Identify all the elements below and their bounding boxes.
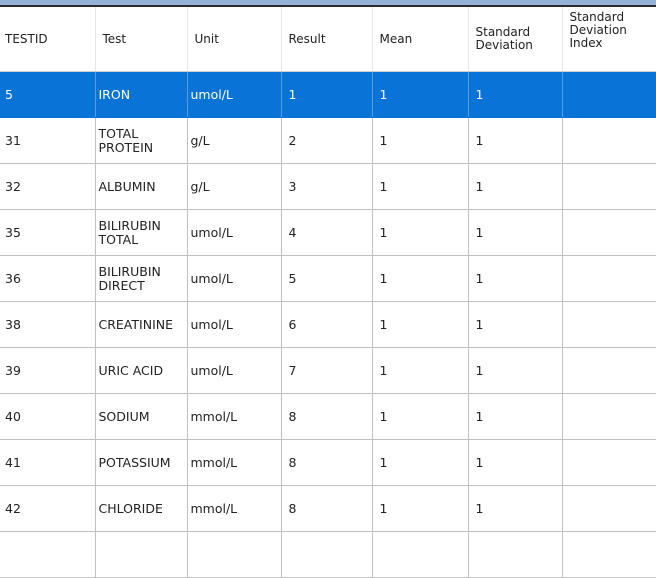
- header-row: TESTID Test Unit Result Mean Standard De…: [0, 7, 656, 72]
- testid-cell[interactable]: 42: [0, 485, 96, 532]
- result-cell[interactable]: 8: [281, 439, 373, 486]
- mean-cell[interactable]: 1: [372, 347, 469, 394]
- standard-deviation-cell[interactable]: 1: [468, 439, 563, 486]
- table-row[interactable]: 41 POTASSIUM mmol/L 8 1 1: [0, 439, 656, 486]
- standard-deviation-index-cell[interactable]: [562, 117, 656, 164]
- standard-deviation-cell[interactable]: 1: [468, 71, 563, 118]
- result-cell[interactable]: 2: [281, 117, 373, 164]
- testid-cell[interactable]: 41: [0, 439, 96, 486]
- standard-deviation-index-cell[interactable]: [562, 255, 656, 302]
- test-name-cell[interactable]: BILIRUBIN DIRECT: [95, 255, 188, 302]
- mean-cell[interactable]: 1: [372, 209, 469, 256]
- test-name-cell[interactable]: IRON: [95, 71, 188, 118]
- standard-deviation-index-cell[interactable]: [562, 71, 656, 118]
- table-row[interactable]: 39 URIC ACID umol/L 7 1 1: [0, 347, 656, 394]
- mean-cell[interactable]: 1: [372, 117, 469, 164]
- result-cell[interactable]: 5: [281, 255, 373, 302]
- mean-cell[interactable]: [372, 531, 469, 578]
- testid-cell[interactable]: 35: [0, 209, 96, 256]
- result-cell[interactable]: 8: [281, 393, 373, 440]
- standard-deviation-cell[interactable]: 1: [468, 209, 563, 256]
- testid-cell[interactable]: 38: [0, 301, 96, 348]
- table-row[interactable]: 32 ALBUMIN g/L 3 1 1: [0, 163, 656, 210]
- standard-deviation-index-cell[interactable]: [562, 209, 656, 256]
- standard-deviation-index-cell[interactable]: [562, 393, 656, 440]
- column-header-unit[interactable]: Unit: [187, 7, 282, 72]
- testid-cell[interactable]: 40: [0, 393, 96, 440]
- mean-cell[interactable]: 1: [372, 485, 469, 532]
- standard-deviation-index-cell[interactable]: [562, 439, 656, 486]
- unit-cell[interactable]: umol/L: [187, 71, 282, 118]
- mean-cell[interactable]: 1: [372, 71, 469, 118]
- unit-cell[interactable]: umol/L: [187, 255, 282, 302]
- result-cell[interactable]: 8: [281, 485, 373, 532]
- column-header-standard-deviation[interactable]: Standard Deviation: [468, 7, 563, 72]
- results-table: TESTID Test Unit Result Mean Standard De…: [0, 7, 656, 578]
- standard-deviation-index-cell[interactable]: [562, 485, 656, 532]
- column-header-mean[interactable]: Mean: [372, 7, 469, 72]
- mean-cell[interactable]: 1: [372, 255, 469, 302]
- column-header-standard-deviation-index[interactable]: Standard Deviation Index: [562, 7, 656, 72]
- mean-cell[interactable]: 1: [372, 439, 469, 486]
- result-cell[interactable]: 4: [281, 209, 373, 256]
- result-cell[interactable]: 7: [281, 347, 373, 394]
- standard-deviation-cell[interactable]: 1: [468, 347, 563, 394]
- unit-cell[interactable]: mmol/L: [187, 439, 282, 486]
- testid-cell[interactable]: [0, 531, 96, 578]
- test-name-cell[interactable]: SODIUM: [95, 393, 188, 440]
- table-row[interactable]: 36 BILIRUBIN DIRECT umol/L 5 1 1: [0, 255, 656, 302]
- unit-cell[interactable]: mmol/L: [187, 485, 282, 532]
- test-name-cell[interactable]: POTASSIUM: [95, 439, 188, 486]
- standard-deviation-index-cell[interactable]: [562, 347, 656, 394]
- result-cell[interactable]: [281, 531, 373, 578]
- standard-deviation-cell[interactable]: [468, 531, 563, 578]
- testid-cell[interactable]: 5: [0, 71, 96, 118]
- unit-cell[interactable]: g/L: [187, 163, 282, 210]
- table-row[interactable]: 38 CREATININE umol/L 6 1 1: [0, 301, 656, 348]
- unit-cell[interactable]: umol/L: [187, 301, 282, 348]
- testid-cell[interactable]: 39: [0, 347, 96, 394]
- column-header-result[interactable]: Result: [281, 7, 373, 72]
- test-name-cell[interactable]: URIC ACID: [95, 347, 188, 394]
- mean-cell[interactable]: 1: [372, 301, 469, 348]
- testid-cell[interactable]: 36: [0, 255, 96, 302]
- test-name-cell[interactable]: CHLORIDE: [95, 485, 188, 532]
- standard-deviation-index-cell[interactable]: [562, 163, 656, 210]
- result-cell[interactable]: 3: [281, 163, 373, 210]
- grid-body: 5 IRON umol/L 1 1 1 31 TOTAL PROTEIN g/L 2 1 1 32 ALB…: [0, 71, 656, 578]
- unit-cell[interactable]: [187, 531, 282, 578]
- column-header-test[interactable]: Test: [95, 7, 188, 72]
- mean-cell[interactable]: 1: [372, 163, 469, 210]
- test-name-cell[interactable]: [95, 531, 188, 578]
- standard-deviation-cell[interactable]: 1: [468, 301, 563, 348]
- result-cell[interactable]: 1: [281, 71, 373, 118]
- table-row[interactable]: 40 SODIUM mmol/L 8 1 1: [0, 393, 656, 440]
- table-row[interactable]: 31 TOTAL PROTEIN g/L 2 1 1: [0, 117, 656, 164]
- table-row[interactable]: [0, 531, 656, 578]
- standard-deviation-cell[interactable]: 1: [468, 117, 563, 164]
- table-row[interactable]: 35 BILIRUBIN TOTAL umol/L 4 1 1: [0, 209, 656, 256]
- mean-cell[interactable]: 1: [372, 393, 469, 440]
- testid-cell[interactable]: 32: [0, 163, 96, 210]
- test-name-cell[interactable]: BILIRUBIN TOTAL: [95, 209, 188, 256]
- unit-cell[interactable]: umol/L: [187, 209, 282, 256]
- test-name-cell[interactable]: ALBUMIN: [95, 163, 188, 210]
- column-header-testid[interactable]: TESTID: [0, 7, 96, 72]
- table-row[interactable]: 42 CHLORIDE mmol/L 8 1 1: [0, 485, 656, 532]
- unit-cell[interactable]: mmol/L: [187, 393, 282, 440]
- standard-deviation-cell[interactable]: 1: [468, 163, 563, 210]
- result-cell[interactable]: 6: [281, 301, 373, 348]
- unit-cell[interactable]: g/L: [187, 117, 282, 164]
- standard-deviation-index-cell[interactable]: [562, 301, 656, 348]
- standard-deviation-cell[interactable]: 1: [468, 393, 563, 440]
- test-name-cell[interactable]: CREATININE: [95, 301, 188, 348]
- standard-deviation-cell[interactable]: 1: [468, 255, 563, 302]
- standard-deviation-cell[interactable]: 1: [468, 485, 563, 532]
- standard-deviation-index-cell[interactable]: [562, 531, 656, 578]
- unit-cell[interactable]: umol/L: [187, 347, 282, 394]
- table-row[interactable]: 5 IRON umol/L 1 1 1: [0, 71, 656, 118]
- results-grid: TESTID Test Unit Result Mean Standard De…: [0, 7, 656, 578]
- testid-cell[interactable]: 31: [0, 117, 96, 164]
- test-name-cell[interactable]: TOTAL PROTEIN: [95, 117, 188, 164]
